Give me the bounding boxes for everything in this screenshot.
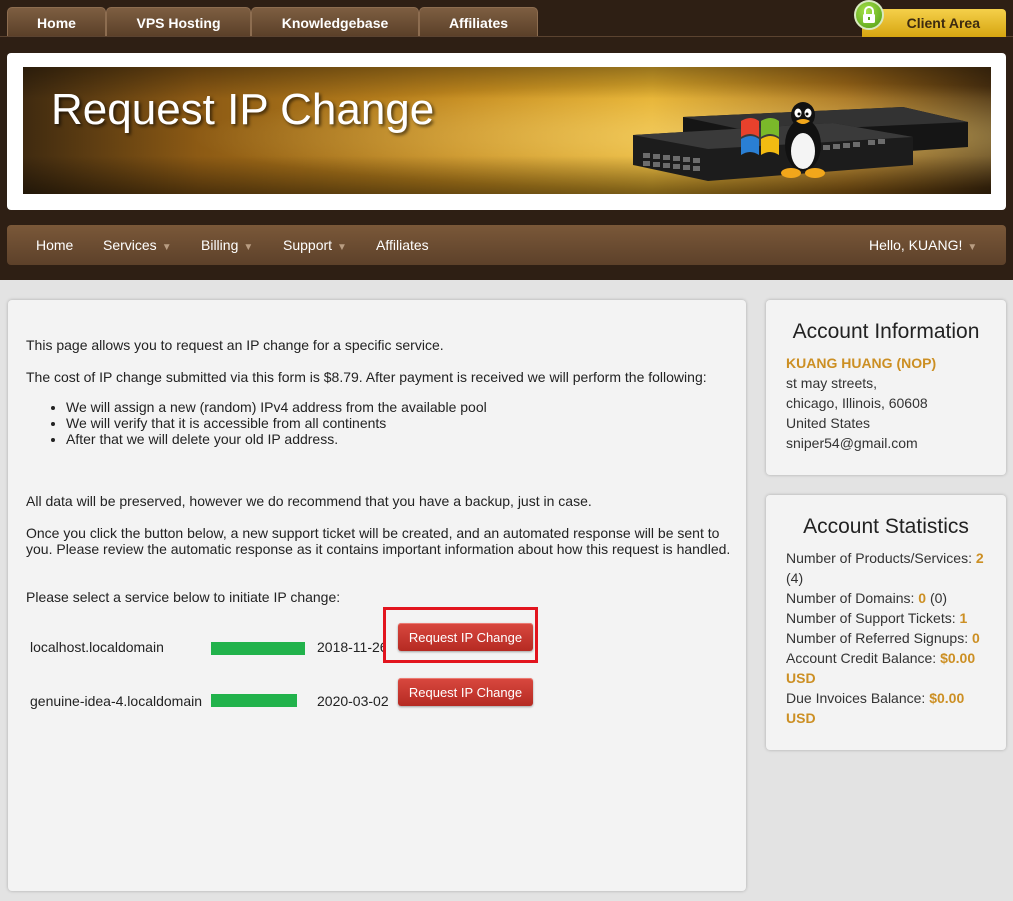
lock-icon — [854, 0, 884, 30]
list-item: After that we will delete your old IP ad… — [66, 431, 487, 447]
preserve-text: All data will be preserved, however we d… — [26, 493, 592, 509]
ticket-text: Once you click the button below, a new s… — [26, 525, 731, 557]
address-country: United States — [786, 415, 871, 431]
account-stats-panel: Account Statistics Number of Products/Se… — [766, 495, 1006, 750]
address-street: st may streets, — [786, 375, 878, 391]
stat-domains: Number of Domains: 0 (0) — [786, 590, 948, 606]
service-date: 2018-11-26 — [317, 639, 386, 655]
service-name: localhost.localdomain — [30, 639, 164, 655]
top-tab-home[interactable]: Home — [7, 7, 106, 37]
nav-services-label: Services — [103, 237, 157, 253]
steps-list: We will assign a new (random) IPv4 addre… — [26, 399, 487, 447]
server-switch-illustration — [633, 102, 968, 181]
stat-tickets: Number of Support Tickets: 1 — [786, 610, 968, 626]
stat-referred: Number of Referred Signups: 0 — [786, 630, 980, 646]
account-name[interactable]: KUANG HUANG (NOP) — [786, 353, 986, 373]
chevron-down-icon: ▼ — [967, 242, 978, 253]
nav-services[interactable]: Services ▼ — [103, 225, 172, 265]
nav-support-label: Support — [283, 237, 333, 253]
account-email: sniper54@gmail.com — [786, 435, 918, 451]
redacted-bar — [211, 694, 297, 707]
account-info-panel: Account Information KUANG HUANG (NOP) st… — [766, 300, 1006, 475]
select-text: Please select a service below to initiat… — [26, 589, 341, 605]
service-name: genuine-idea-4.localdomain — [30, 693, 203, 709]
page-banner: Request IP Change — [23, 67, 991, 194]
chevron-down-icon: ▼ — [243, 242, 254, 253]
main-nav: Home Services ▼ Billing ▼ Support ▼ Affilia… — [7, 225, 1006, 265]
nav-billing[interactable]: Billing ▼ — [201, 225, 253, 265]
nav-billing-label: Billing — [201, 237, 239, 253]
user-menu[interactable]: Hello, KUANG! ▼ — [869, 225, 977, 265]
list-item: We will assign a new (random) IPv4 addre… — [66, 399, 487, 415]
site-header: Home VPS Hosting Knowledgebase Affiliate… — [0, 0, 1013, 280]
stat-credit: Account Credit Balance: $0.00 USD — [786, 650, 976, 686]
top-tab-vps-hosting[interactable]: VPS Hosting — [106, 7, 251, 37]
chevron-down-icon: ▼ — [337, 242, 347, 253]
highlight-annotation — [383, 607, 538, 663]
top-tab-knowledgebase[interactable]: Knowledgebase — [251, 7, 419, 37]
address-city: chicago, Illinois, 60608 — [786, 395, 928, 411]
stat-due: Due Invoices Balance: $0.00 USD — [786, 690, 965, 726]
stat-products: Number of Products/Services: 2 (4) — [786, 550, 984, 586]
service-row: genuine-idea-4.localdomain 2020-03-02 — [8, 686, 746, 716]
nav-affiliates[interactable]: Affiliates — [376, 225, 429, 265]
cost-text: The cost of IP change submitted via this… — [26, 369, 707, 385]
top-tab-affiliates[interactable]: Affiliates — [419, 7, 538, 37]
nav-home[interactable]: Home — [36, 225, 73, 265]
account-stats-title: Account Statistics — [803, 515, 969, 538]
chevron-down-icon: ▼ — [161, 242, 172, 253]
request-ip-change-button[interactable]: Request IP Change — [398, 678, 533, 706]
user-greeting: Hello, KUANG! — [869, 237, 963, 253]
redacted-bar — [211, 642, 305, 655]
service-date: 2020-03-02 — [317, 693, 389, 709]
intro-text: This page allows you to request an IP ch… — [26, 337, 444, 353]
page-title: Request IP Change — [51, 85, 435, 134]
service-row: localhost.localdomain 2018-11-26 — [8, 632, 746, 662]
nav-support[interactable]: Support ▼ — [283, 225, 347, 265]
list-item: We will verify that it is accessible fro… — [66, 415, 487, 431]
account-info-title: Account Information — [792, 320, 980, 343]
ip-change-panel: This page allows you to request an IP ch… — [8, 300, 746, 891]
